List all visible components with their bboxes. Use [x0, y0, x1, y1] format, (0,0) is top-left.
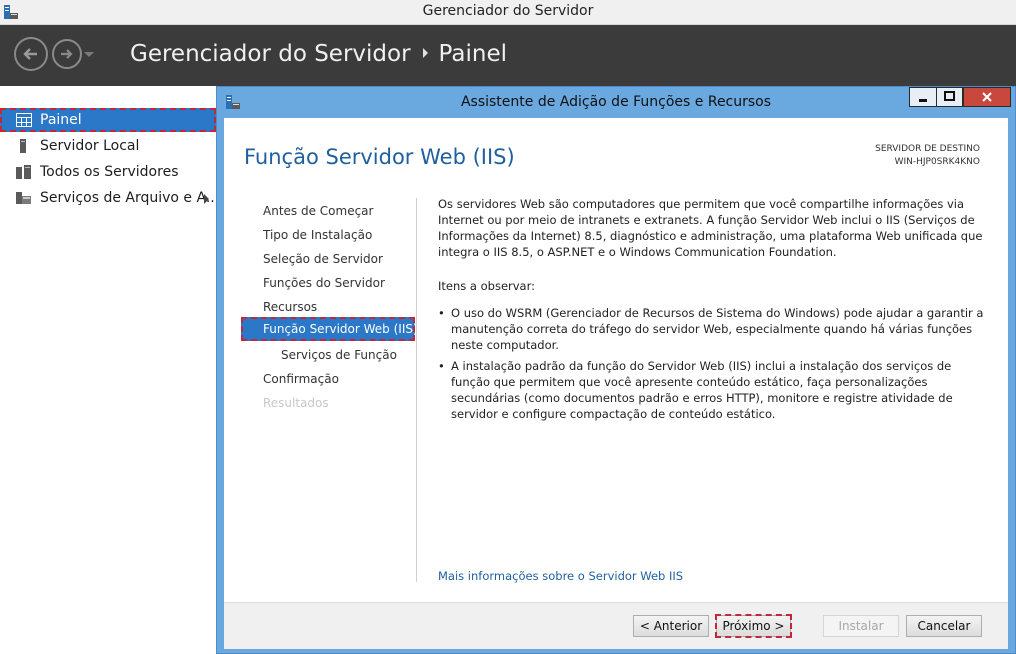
sidebar-item-painel[interactable]: Painel — [0, 108, 216, 132]
expand-arrow-icon[interactable] — [204, 194, 209, 204]
history-dropdown-icon[interactable] — [84, 52, 94, 57]
back-button[interactable] — [14, 37, 48, 71]
sidebar-item-label: Painel — [40, 112, 82, 128]
breadcrumb: Gerenciador do Servidor Painel — [130, 41, 507, 67]
nav-divider — [416, 198, 417, 582]
wizard-step-tipo-instalacao[interactable]: Tipo de Instalação — [263, 228, 372, 242]
list-item: A instalação padrão da função do Servido… — [438, 358, 990, 422]
sidebar: Painel Servidor Local Todos os Servidore… — [0, 86, 220, 654]
cancel-button[interactable]: Cancelar — [906, 615, 982, 637]
dashboard-icon — [16, 113, 32, 127]
destination-caption: SERVIDOR DE DESTINO — [875, 144, 980, 154]
file-services-icon — [16, 192, 31, 204]
dialog-titlebar[interactable]: Assistente de Adição de Funções e Recurs… — [217, 87, 1015, 117]
sidebar-item-servidor-local[interactable]: Servidor Local — [0, 134, 216, 158]
window-title: Gerenciador do Servidor — [422, 3, 594, 19]
role-description: Os servidores Web são computadores que p… — [438, 197, 983, 259]
minimize-icon — [919, 99, 927, 102]
sidebar-item-label: Serviços de Arquivo e A... — [40, 190, 220, 206]
wizard-step-funcao-servidor-web[interactable]: Função Servidor Web (IIS) — [241, 317, 418, 341]
wizard-step-recursos[interactable]: Recursos — [263, 300, 317, 314]
servers-icon — [16, 165, 31, 179]
dialog-footer: < Anterior Próximo > Instalar Cancelar — [224, 602, 1008, 649]
wizard-step-antes-de-comecar[interactable]: Antes de Começar — [263, 204, 373, 218]
sidebar-item-label: Todos os Servidores — [40, 164, 179, 180]
breadcrumb-current: Painel — [438, 41, 507, 67]
server-icon — [20, 139, 26, 153]
wizard-step-servicos-funcao[interactable]: Serviços de Função — [281, 348, 397, 362]
close-icon — [982, 92, 992, 102]
list-item: O uso do WSRM (Gerenciador de Recursos d… — [438, 305, 990, 353]
breadcrumb-separator-icon — [422, 47, 428, 58]
breadcrumb-root[interactable]: Gerenciador do Servidor — [130, 41, 411, 67]
destination-server-label: SERVIDOR DE DESTINO WIN-HJP0SRK4KNO — [875, 143, 980, 169]
notes-heading: Itens a observar: — [438, 279, 535, 293]
dialog-title: Assistente de Adição de Funções e Recurs… — [460, 94, 772, 110]
dialog-body: Função Servidor Web (IIS) SERVIDOR DE DE… — [224, 118, 1008, 649]
arrow-right-icon — [61, 49, 73, 59]
content-pane: Os servidores Web são computadores que p… — [438, 196, 990, 427]
sidebar-item-label: Servidor Local — [40, 138, 140, 154]
sidebar-item-todos-servidores[interactable]: Todos os Servidores — [0, 160, 216, 184]
wizard-step-confirmacao[interactable]: Confirmação — [263, 372, 339, 386]
wizard-step-selecao-servidor[interactable]: Seleção de Servidor — [263, 252, 383, 266]
app-header: Gerenciador do Servidor Painel — [0, 25, 1016, 86]
more-info-link[interactable]: Mais informações sobre o Servidor Web II… — [438, 569, 683, 583]
window-titlebar: Gerenciador do Servidor — [0, 0, 1016, 25]
maximize-button[interactable] — [936, 87, 963, 107]
close-button[interactable] — [963, 87, 1011, 107]
arrow-left-icon — [23, 48, 37, 60]
destination-server-name: WIN-HJP0SRK4KNO — [894, 157, 980, 167]
page-title: Função Servidor Web (IIS) — [244, 145, 515, 169]
sidebar-item-servicos-arquivo[interactable]: Serviços de Arquivo e A... — [0, 186, 220, 210]
maximize-icon — [944, 91, 955, 101]
notes-list: O uso do WSRM (Gerenciador de Recursos d… — [438, 305, 990, 422]
wizard-step-resultados: Resultados — [263, 396, 329, 410]
previous-button[interactable]: < Anterior — [633, 615, 709, 637]
forward-button[interactable] — [52, 39, 82, 69]
install-button: Instalar — [823, 615, 899, 637]
next-button[interactable]: Próximo > — [715, 614, 792, 638]
wizard-step-funcoes-servidor[interactable]: Funções do Servidor — [263, 276, 385, 290]
add-roles-wizard-dialog: Assistente de Adição de Funções e Recurs… — [216, 86, 1016, 654]
minimize-button[interactable] — [909, 87, 937, 107]
